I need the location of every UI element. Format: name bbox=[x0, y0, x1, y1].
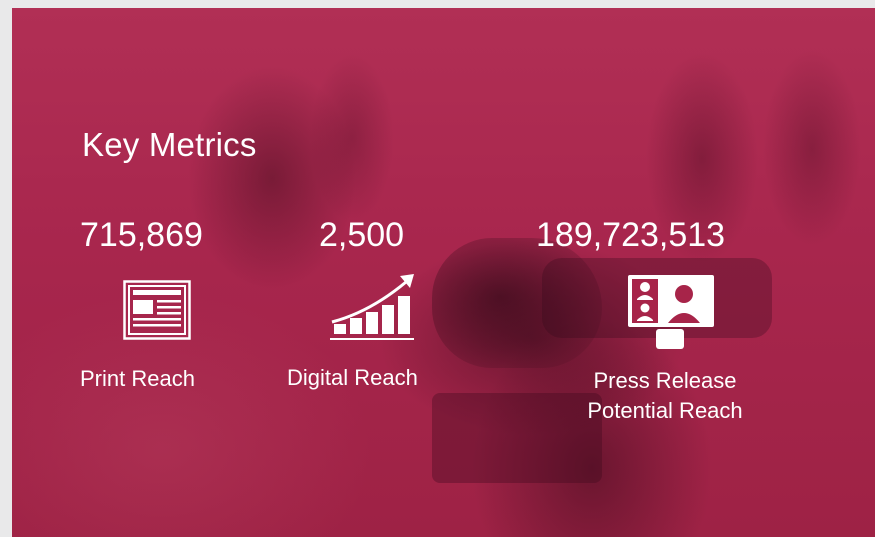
press-release-reach-label-line-2: Potential Reach bbox=[587, 398, 743, 423]
press-release-reach-value: 189,723,513 bbox=[536, 216, 726, 254]
newspaper-icon bbox=[123, 280, 191, 340]
press-release-reach-label: Press Release Potential Reach bbox=[570, 366, 760, 426]
growth-chart-icon bbox=[330, 274, 414, 340]
video-conference-icon bbox=[628, 275, 714, 349]
print-reach-value: 715,869 bbox=[80, 216, 203, 254]
print-reach-label: Print Reach bbox=[80, 366, 195, 391]
press-release-reach-label-line-1: Press Release bbox=[593, 368, 737, 393]
page-background: Key Metrics 715,869 Print Reach 2,500 Di… bbox=[0, 0, 875, 537]
section-title: Key Metrics bbox=[82, 126, 257, 163]
key-metrics-panel: Key Metrics 715,869 Print Reach 2,500 Di… bbox=[12, 8, 875, 537]
digital-reach-label: Digital Reach bbox=[287, 365, 418, 390]
digital-reach-value: 2,500 bbox=[319, 216, 405, 254]
